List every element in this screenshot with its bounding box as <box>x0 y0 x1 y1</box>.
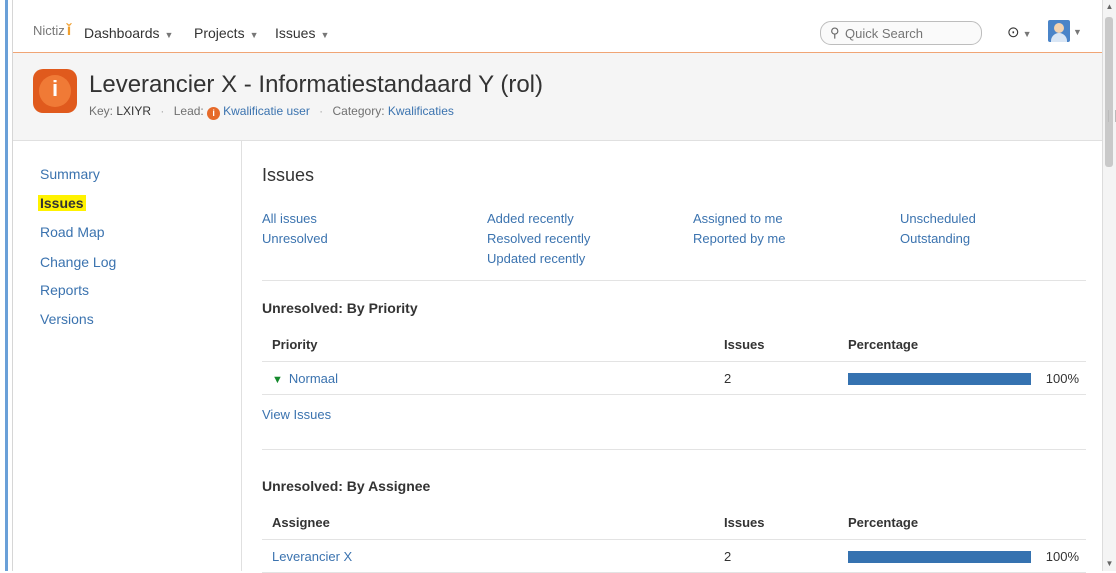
filter-updated-recently[interactable]: Updated recently <box>487 251 585 266</box>
sidebar-item-issues[interactable]: Issues <box>38 195 86 211</box>
resize-grip-icon[interactable] <box>1108 110 1116 122</box>
project-sidebar: Summary Issues Road Map Change Log Repor… <box>13 141 242 571</box>
filter-added-recently[interactable]: Added recently <box>487 211 574 226</box>
user-menu[interactable]: ▼ <box>1048 20 1082 42</box>
page-title: Issues <box>262 165 315 185</box>
filter-unscheduled[interactable]: Unscheduled <box>900 211 976 226</box>
project-meta: Key: LXIYR · Lead: i Kwalificatie user · … <box>89 104 454 120</box>
sidebar-item-change-log[interactable]: Change Log <box>40 254 116 270</box>
window-left-edge <box>0 0 13 571</box>
section-title-assignee: Unresolved: By Assignee <box>262 478 431 494</box>
issue-count: 2 <box>714 539 838 573</box>
table-row: Leverancier X 2 100% <box>262 539 1086 573</box>
chevron-down-icon: ▼ <box>249 30 259 40</box>
project-header: i Leverancier X - Informatiestandaard Y … <box>13 53 1103 141</box>
project-key: LXIYR <box>116 104 152 118</box>
table-row: ▼ Normaal 2 100% <box>262 361 1086 395</box>
scroll-up-icon[interactable]: ▲ <box>1103 0 1116 14</box>
search-input[interactable] <box>843 24 977 42</box>
filter-column-3: Assigned to me Reported by me <box>693 209 786 249</box>
quick-search[interactable]: ⚲ <box>820 21 982 45</box>
column-header: Percentage <box>838 505 1086 540</box>
column-header: Assignee <box>262 505 714 540</box>
column-header: Percentage <box>838 327 1086 362</box>
app-logo[interactable]: Nictiz ǐ <box>33 22 71 40</box>
percentage-bar <box>848 550 1031 563</box>
project-avatar-icon[interactable]: i <box>33 69 77 113</box>
priority-link[interactable]: Normaal <box>289 371 338 386</box>
view-issues-link[interactable]: View Issues <box>262 407 331 422</box>
scrollbar-thumb[interactable] <box>1105 17 1113 167</box>
help-menu[interactable]: ⊙ ▼ <box>1007 23 1032 41</box>
sidebar-item-road-map[interactable]: Road Map <box>40 224 105 240</box>
filter-column-4: Unscheduled Outstanding <box>900 209 976 249</box>
assignee-table: Assignee Issues Percentage Leverancier X… <box>262 505 1086 573</box>
chevron-down-icon: ▼ <box>1022 29 1032 39</box>
filter-outstanding[interactable]: Outstanding <box>900 231 970 246</box>
help-icon: ⊙ <box>1007 24 1020 41</box>
filter-unresolved[interactable]: Unresolved <box>262 231 328 246</box>
nav-dashboards[interactable]: Dashboards ▼ <box>84 25 173 41</box>
column-header: Issues <box>714 327 838 362</box>
column-header: Priority <box>262 327 714 362</box>
avatar <box>1048 20 1070 42</box>
nav-projects[interactable]: Projects ▼ <box>194 25 259 41</box>
filter-column-2: Added recently Resolved recently Updated… <box>487 209 590 269</box>
divider <box>262 280 1086 281</box>
assignee-link[interactable]: Leverancier X <box>272 549 352 564</box>
chevron-down-icon: ▼ <box>1073 26 1082 37</box>
percentage-label: 100% <box>1045 549 1079 565</box>
vertical-scrollbar[interactable]: ▲ ▼ <box>1102 0 1116 571</box>
scroll-down-icon[interactable]: ▼ <box>1103 557 1116 571</box>
column-header: Issues <box>714 505 838 540</box>
table-header-row: Assignee Issues Percentage <box>262 505 1086 540</box>
filter-all-issues[interactable]: All issues <box>262 211 317 226</box>
logo-text: Nictiz <box>33 23 65 38</box>
filter-assigned-to-me[interactable]: Assigned to me <box>693 211 783 226</box>
chevron-down-icon: ▼ <box>320 30 330 40</box>
chevron-down-icon: ▼ <box>164 30 174 40</box>
section-title-priority: Unresolved: By Priority <box>262 300 418 316</box>
percentage-label: 100% <box>1045 371 1079 387</box>
lead-avatar-icon: i <box>207 107 221 120</box>
filter-reported-by-me[interactable]: Reported by me <box>693 231 786 246</box>
sidebar-item-summary[interactable]: Summary <box>40 166 100 182</box>
table-header-row: Priority Issues Percentage <box>262 327 1086 362</box>
logo-mark-icon: ǐ <box>66 22 72 39</box>
project-title[interactable]: Leverancier X - Informatiestandaard Y (r… <box>89 71 543 99</box>
divider <box>262 449 1086 450</box>
priority-table: Priority Issues Percentage ▼ Normaal 2 10… <box>262 327 1086 395</box>
filter-resolved-recently[interactable]: Resolved recently <box>487 231 590 246</box>
nav-issues[interactable]: Issues ▼ <box>275 25 329 41</box>
issue-count: 2 <box>714 361 838 395</box>
project-category-link[interactable]: Kwalificaties <box>388 104 454 118</box>
percentage-bar <box>848 372 1031 385</box>
project-lead-link[interactable]: Kwalificatie user <box>223 104 310 118</box>
filter-column-1: All issues Unresolved <box>262 209 328 249</box>
priority-arrow-down-icon: ▼ <box>272 373 283 386</box>
search-icon: ⚲ <box>830 25 840 40</box>
top-navigation-bar: Nictiz ǐ Dashboards ▼ Projects ▼ Issues ▼ ⚲ … <box>13 12 1103 53</box>
sidebar-item-versions[interactable]: Versions <box>40 311 94 327</box>
sidebar-item-reports[interactable]: Reports <box>40 282 89 298</box>
